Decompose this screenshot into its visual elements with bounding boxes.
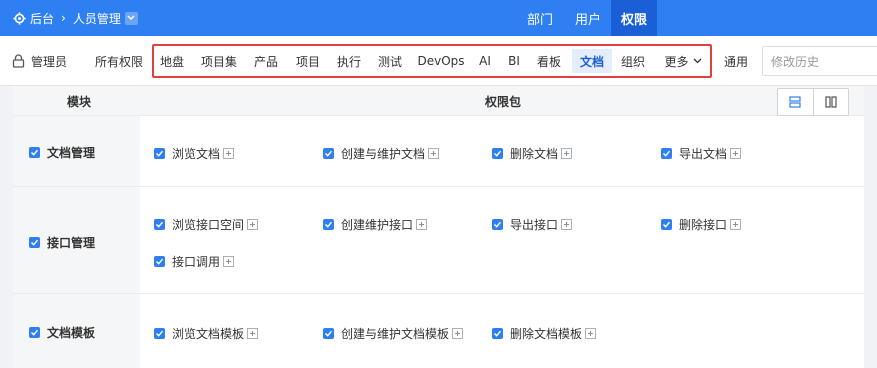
checkbox-checked-icon[interactable]	[154, 148, 165, 159]
tab-dashboard[interactable]: 地盘	[155, 49, 189, 73]
breadcrumb-user-management[interactable]: 人员管理	[73, 10, 121, 27]
tab-devops[interactable]: DevOps	[414, 49, 468, 73]
permission-item[interactable]: 创建与维护文档	[323, 145, 440, 162]
checkbox-checked-icon[interactable]	[323, 328, 334, 339]
tab-more[interactable]: 更多	[658, 49, 708, 73]
permission-label: 浏览文档	[172, 147, 221, 161]
checkbox-checked-icon[interactable]	[323, 219, 334, 230]
permission-label: 导出接口	[510, 218, 559, 232]
permission-item[interactable]: 创建与维护文档模板	[323, 325, 464, 342]
module-doc-template[interactable]: 文档模板	[29, 324, 95, 340]
tab-kanban[interactable]: 看板	[532, 49, 566, 73]
module-api-management[interactable]: 接口管理	[29, 234, 95, 250]
lock-icon	[12, 54, 26, 68]
permission-item[interactable]: 创建维护接口	[323, 216, 428, 233]
tab-ai[interactable]: AI	[474, 49, 496, 73]
checkbox-checked-icon[interactable]	[492, 219, 503, 230]
tab-organization[interactable]: 组织	[616, 49, 650, 73]
expand-plus-icon[interactable]	[247, 219, 259, 230]
tab-doc[interactable]: 文档	[572, 49, 612, 73]
permission-label: 创建与维护文档模板	[341, 327, 450, 341]
breadcrumb: 后台 › 人员管理	[12, 0, 138, 36]
permission-label: 接口调用	[172, 255, 221, 269]
column-header-module: 模块	[67, 94, 92, 109]
checkbox-checked-icon[interactable]	[661, 148, 672, 159]
nav-department[interactable]: 部门	[518, 0, 562, 36]
permission-item[interactable]: 接口调用	[154, 253, 235, 270]
permission-toolbar: 管理员 所有权限 地盘 项目集 产品 项目 执行 测试 DevOps AI BI…	[0, 36, 877, 86]
permission-item[interactable]: 浏览文档模板	[154, 325, 259, 342]
nav-users[interactable]: 用户	[566, 0, 610, 36]
permission-table: 模块 权限包 文档管理 浏览文档 创建与维护文档 删除文档 导出文档 接口管理 …	[13, 86, 864, 368]
permission-label: 创建与维护文档	[341, 147, 426, 161]
expand-plus-icon[interactable]	[730, 219, 742, 230]
expand-plus-icon[interactable]	[247, 328, 259, 339]
nav-permissions[interactable]: 权限	[611, 0, 657, 36]
checkbox-checked-icon[interactable]	[29, 236, 40, 248]
permission-label: 删除文档	[510, 147, 559, 161]
permission-label: 浏览文档模板	[172, 327, 245, 341]
tab-program[interactable]: 项目集	[197, 49, 241, 73]
column-view-icon[interactable]	[812, 89, 848, 115]
checkbox-checked-icon[interactable]	[154, 256, 165, 267]
module-label: 接口管理	[47, 235, 96, 250]
expand-plus-icon[interactable]	[585, 328, 597, 339]
module-label: 文档管理	[47, 145, 96, 160]
expand-plus-icon[interactable]	[561, 148, 573, 159]
permission-item[interactable]: 删除文档	[492, 145, 573, 162]
breadcrumb-admin[interactable]: 后台	[30, 10, 54, 27]
tab-execution[interactable]: 执行	[332, 49, 366, 73]
view-toggle	[777, 88, 849, 116]
module-doc-management[interactable]: 文档管理	[29, 144, 95, 160]
column-header-permissions: 权限包	[485, 94, 522, 109]
module-label: 文档模板	[47, 325, 96, 340]
tab-testing[interactable]: 测试	[373, 49, 407, 73]
checkbox-checked-icon[interactable]	[29, 146, 40, 158]
permission-label: 删除接口	[679, 218, 728, 232]
gear-icon[interactable]	[12, 11, 26, 25]
checkbox-checked-icon[interactable]	[492, 148, 503, 159]
row-view-icon[interactable]	[778, 89, 813, 115]
checkbox-checked-icon[interactable]	[154, 328, 165, 339]
permission-item[interactable]: 删除文档模板	[492, 325, 597, 342]
permission-label: 删除文档模板	[510, 327, 583, 341]
tab-product[interactable]: 产品	[249, 49, 283, 73]
chevron-right-icon: ›	[61, 11, 66, 25]
permission-label: 浏览接口空间	[172, 218, 245, 232]
chevron-down-icon	[693, 58, 702, 64]
history-input[interactable]: 修改历史	[762, 46, 877, 76]
permission-item[interactable]: 浏览文档	[154, 145, 235, 162]
permission-item[interactable]: 导出文档	[661, 145, 742, 162]
expand-plus-icon[interactable]	[223, 148, 235, 159]
permission-item[interactable]: 浏览接口空间	[154, 216, 259, 233]
tab-more-label: 更多	[664, 54, 689, 69]
expand-plus-icon[interactable]	[416, 219, 428, 230]
permission-label: 创建维护接口	[341, 218, 414, 232]
expand-plus-icon[interactable]	[428, 148, 440, 159]
checkbox-checked-icon[interactable]	[323, 148, 334, 159]
row-divider	[13, 186, 864, 187]
row-divider	[13, 293, 864, 294]
permission-item[interactable]: 导出接口	[492, 216, 573, 233]
table-header: 模块 权限包	[13, 86, 864, 116]
chevron-down-icon[interactable]	[124, 11, 138, 25]
permission-label: 导出文档	[679, 147, 728, 161]
expand-plus-icon[interactable]	[561, 219, 573, 230]
tab-project[interactable]: 项目	[291, 49, 325, 73]
checkbox-checked-icon[interactable]	[154, 219, 165, 230]
expand-plus-icon[interactable]	[452, 328, 464, 339]
permission-item[interactable]: 删除接口	[661, 216, 742, 233]
top-header: 后台 › 人员管理 部门 用户 权限	[0, 0, 877, 36]
tab-general[interactable]: 通用	[724, 36, 748, 86]
checkbox-checked-icon[interactable]	[661, 219, 672, 230]
all-permissions-tab[interactable]: 所有权限	[95, 36, 143, 86]
expand-plus-icon[interactable]	[730, 148, 742, 159]
checkbox-checked-icon[interactable]	[29, 326, 40, 338]
tab-bi[interactable]: BI	[502, 49, 526, 73]
expand-plus-icon[interactable]	[223, 256, 235, 267]
checkbox-checked-icon[interactable]	[492, 328, 503, 339]
role-name: 管理员	[31, 54, 68, 69]
